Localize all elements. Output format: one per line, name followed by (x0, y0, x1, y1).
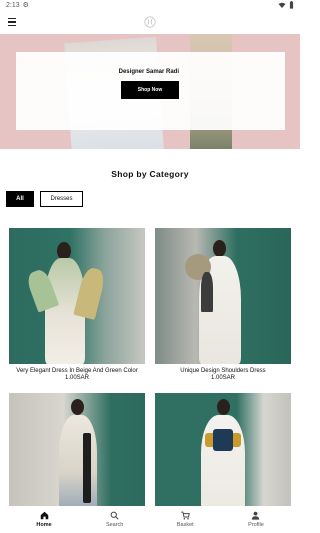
top-app-bar (0, 10, 300, 34)
bottom-navigation: Home Search Basket Profile (0, 506, 300, 533)
nav-search[interactable]: Search (91, 506, 139, 533)
wifi-icon (278, 2, 286, 8)
brand-logo-icon (144, 16, 156, 28)
filter-chip-all[interactable]: All (6, 191, 34, 207)
shop-now-button[interactable]: Shop Now (121, 81, 179, 99)
product-price: 1.00SAR (210, 375, 235, 381)
product-image[interactable] (9, 393, 145, 506)
status-time: 2:13 (6, 1, 20, 9)
product-image[interactable] (155, 393, 291, 506)
category-filters: All Dresses (6, 191, 83, 207)
battery-icon (289, 1, 294, 9)
search-icon (110, 511, 119, 520)
status-bar: 2:13 ⚙ (0, 0, 300, 10)
nav-home[interactable]: Home (20, 506, 68, 533)
nav-basket[interactable]: Basket (161, 506, 209, 533)
nav-basket-label: Basket (176, 522, 194, 528)
settings-status-icon: ⚙ (22, 2, 29, 9)
nav-profile-label: Profile (248, 522, 264, 528)
menu-icon[interactable] (8, 16, 20, 28)
hero-title: Designer Samar Radi (118, 69, 179, 75)
nav-home-label: Home (36, 522, 52, 528)
cart-icon (181, 511, 190, 520)
product-card[interactable]: Very Elegant Dress In Beige And Green Co… (9, 228, 145, 381)
product-card[interactable]: Unique Design Shoulders Dress 1.00SAR (155, 228, 291, 381)
product-image[interactable] (155, 228, 291, 364)
product-name: Very Elegant Dress In Beige And Green Co… (16, 368, 138, 374)
home-icon (40, 511, 48, 520)
product-card[interactable] (9, 393, 145, 506)
nav-profile[interactable]: Profile (232, 506, 280, 533)
product-card[interactable] (155, 393, 291, 506)
filter-chip-dresses[interactable]: Dresses (40, 191, 83, 207)
person-icon (252, 511, 260, 520)
product-name: Unique Design Shoulders Dress (180, 368, 266, 374)
product-image[interactable] (9, 228, 145, 364)
hero-banner: Designer Samar Radi Shop Now (0, 34, 300, 149)
section-title: Shop by Category (111, 169, 189, 179)
product-price: 1.00SAR (64, 375, 89, 381)
nav-search-label: Search (105, 522, 124, 528)
